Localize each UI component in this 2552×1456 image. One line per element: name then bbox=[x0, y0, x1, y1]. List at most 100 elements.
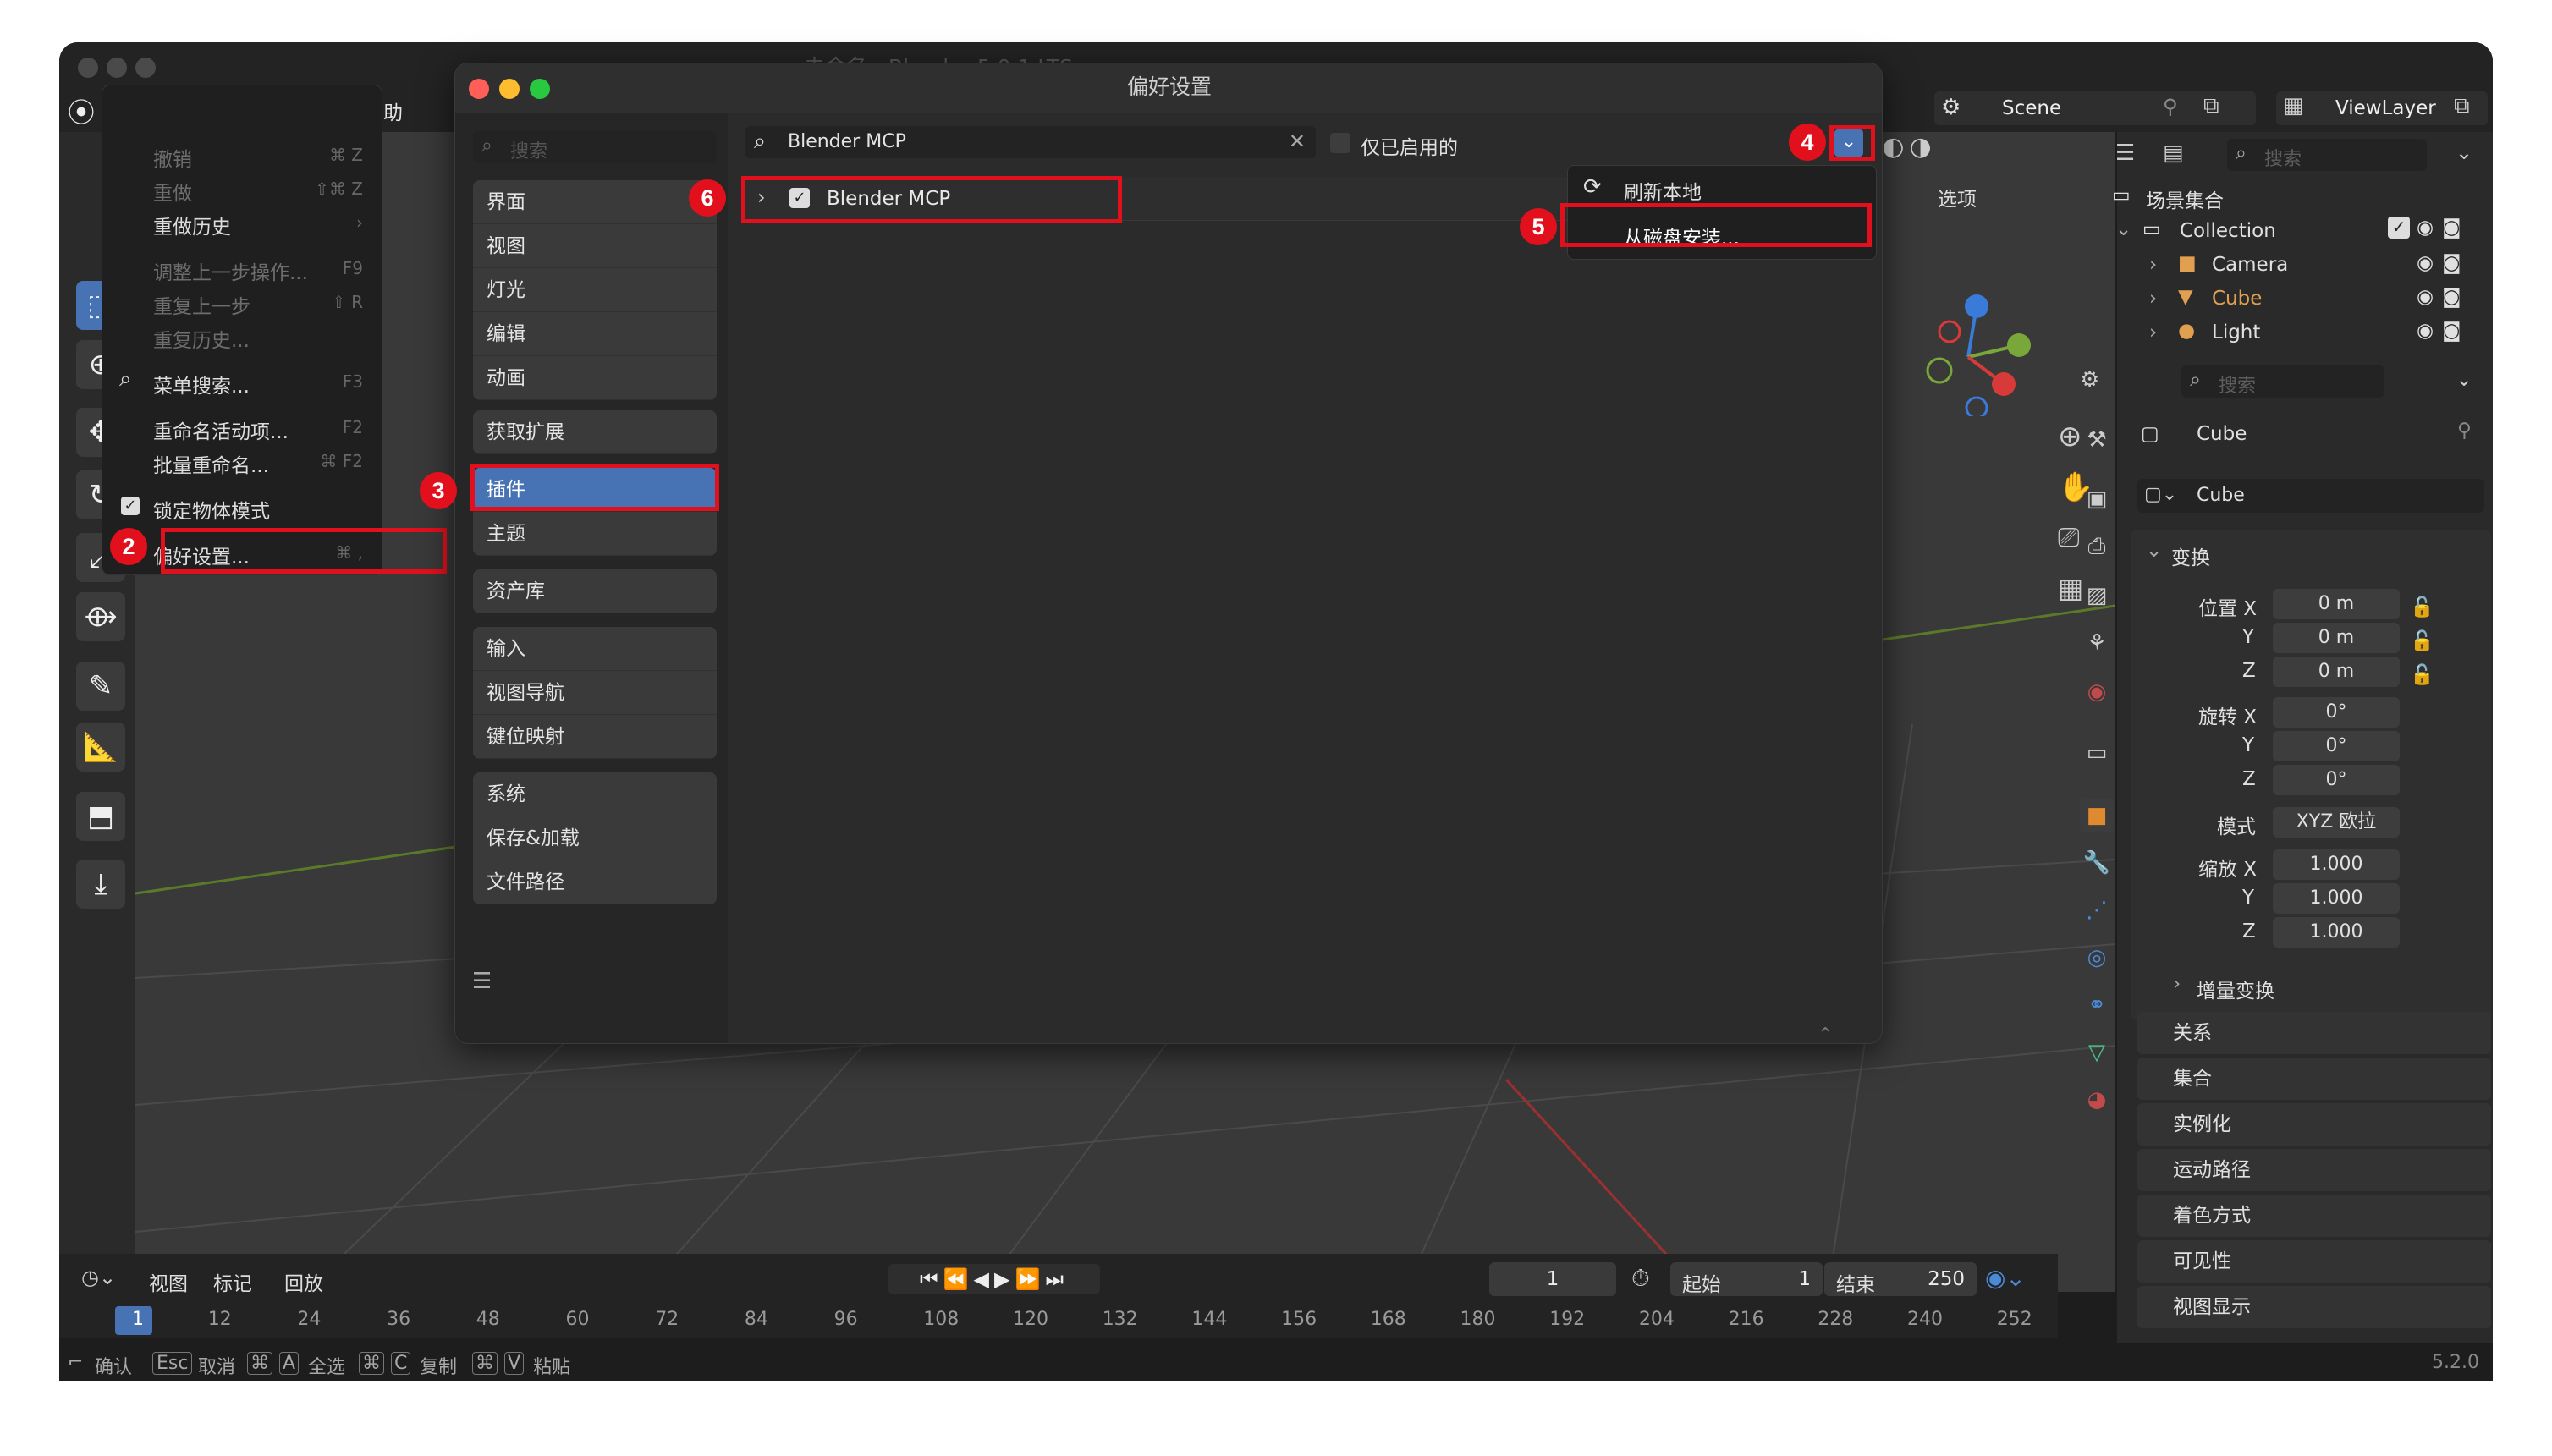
properties-options-icon[interactable]: ⌄ bbox=[2456, 367, 2472, 391]
menu-item-adjust-last[interactable]: 调整上一步操作... F9 bbox=[102, 251, 383, 284]
enabled-only-checkbox[interactable] bbox=[1330, 133, 1350, 153]
playback-controls[interactable]: ⏮⏪◀▶⏩⏭ bbox=[888, 1264, 1100, 1294]
timeline-keying-icon[interactable]: ◉⌄ bbox=[1985, 1264, 2026, 1292]
sidebar-item-animation[interactable]: 动画 bbox=[473, 356, 717, 400]
sidebar-search-input[interactable]: ⌕ 搜索 bbox=[473, 131, 717, 163]
collection-tab-icon[interactable]: ▭ bbox=[2080, 736, 2114, 770]
zoom-icon[interactable]: ⊕ bbox=[2058, 420, 2082, 453]
measure-tool-icon[interactable]: 📐 bbox=[76, 723, 125, 772]
lock-icons[interactable]: 🔓 🔓 🔓 bbox=[2410, 591, 2434, 692]
modifier-tab-icon[interactable]: 🔧 bbox=[2080, 846, 2114, 880]
scroll-up-icon[interactable]: ⌃ bbox=[1818, 1025, 1833, 1043]
prefs-zoom-light[interactable] bbox=[530, 79, 550, 99]
end-frame-field[interactable]: 结束 250 bbox=[1824, 1262, 1977, 1296]
start-frame-field[interactable]: 起始 1 bbox=[1670, 1262, 1823, 1296]
menu-item-undo[interactable]: 撤销 ⌘ Z bbox=[102, 138, 383, 171]
sidebar-item-system[interactable]: 系统 bbox=[473, 772, 717, 816]
sidebar-item-interface[interactable]: 界面 bbox=[473, 180, 717, 224]
timeline-view-menu[interactable]: 视图 bbox=[149, 1267, 188, 1296]
sidebar-item-navigation[interactable]: 视图导航 bbox=[473, 671, 717, 715]
pin-icon[interactable]: ⚲ bbox=[2163, 95, 2178, 118]
sidebar-item-asset-libraries[interactable]: 资产库 bbox=[473, 569, 717, 613]
transform-collapse-icon[interactable]: ⌄ bbox=[2146, 540, 2162, 562]
addon-search-input[interactable]: ⌕ Blender MCP ✕ bbox=[745, 126, 1316, 158]
world-tab-icon[interactable]: ◉ bbox=[2080, 675, 2114, 709]
scale-x-field[interactable]: 1.000 bbox=[2273, 849, 2400, 880]
hamburger-menu-icon[interactable]: ☰ bbox=[472, 969, 492, 994]
outliner-editor-icon[interactable]: ☰ bbox=[2115, 140, 2135, 166]
output-tab-icon[interactable]: ⎙ bbox=[2080, 530, 2114, 563]
scale-y-field[interactable]: 1.000 bbox=[2273, 883, 2400, 914]
menu-item-redo[interactable]: 重做 ⇧⌘ Z bbox=[102, 172, 383, 205]
cube-expand-icon[interactable]: › bbox=[2149, 288, 2157, 310]
add-cube-tool-icon[interactable]: ⬒ bbox=[76, 792, 125, 841]
prefs-minimize-light[interactable] bbox=[499, 79, 520, 99]
scene-selector[interactable]: ⚙ Scene ⚲ ⧉ bbox=[1934, 91, 2256, 125]
lock-object-modes-checkbox[interactable]: ✓ bbox=[121, 497, 140, 515]
sidebar-item-save-load[interactable]: 保存&加载 bbox=[473, 816, 717, 860]
material-tab-icon[interactable]: ◕ bbox=[2080, 1083, 2114, 1117]
display-mode-icon[interactable]: ▤ bbox=[2163, 140, 2184, 166]
sidebar-item-file-paths[interactable]: 文件路径 bbox=[473, 860, 717, 904]
stopwatch-icon[interactable]: ⏱ bbox=[1631, 1264, 1650, 1293]
menu-item-repeat-history[interactable]: 重复历史... bbox=[102, 319, 383, 352]
outliner-item-cube[interactable]: Cube bbox=[2212, 288, 2262, 310]
scale-z-field[interactable]: 1.000 bbox=[2273, 917, 2400, 948]
annotate-tool-icon[interactable]: ✎ bbox=[76, 662, 125, 711]
properties-search-input[interactable]: ⌕ 搜索 bbox=[2181, 365, 2384, 398]
camera-visibility-icons[interactable]: ◉◙ bbox=[2417, 252, 2469, 274]
render-tab-icon[interactable]: ▣ bbox=[2080, 482, 2114, 516]
cube-visibility-icons[interactable]: ◉◙ bbox=[2417, 286, 2469, 308]
navigation-gizmo[interactable] bbox=[1909, 289, 2036, 416]
window-close-light[interactable] bbox=[78, 58, 98, 78]
location-x-field[interactable]: 0 m bbox=[2273, 589, 2400, 619]
location-y-field[interactable]: 0 m bbox=[2273, 623, 2400, 653]
section-visibility[interactable]: 可见性 bbox=[2137, 1240, 2491, 1283]
location-z-field[interactable]: 0 m bbox=[2273, 657, 2400, 687]
rotation-mode-select[interactable]: XYZ 欧拉 bbox=[2273, 807, 2400, 838]
current-frame-field[interactable]: 1 bbox=[1489, 1262, 1616, 1296]
section-viewport-display[interactable]: 视图显示 bbox=[2137, 1286, 2491, 1328]
delta-expand-icon[interactable]: › bbox=[2173, 973, 2181, 995]
sidebar-item-lights[interactable]: 灯光 bbox=[473, 268, 717, 312]
prefs-close-light[interactable] bbox=[469, 79, 489, 99]
outliner-item-light[interactable]: Light bbox=[2212, 321, 2260, 343]
sidebar-item-input[interactable]: 输入 bbox=[473, 627, 717, 671]
visibility-icons[interactable]: ◉◙ bbox=[2417, 217, 2469, 239]
new-viewlayer-icon[interactable]: ⧉ bbox=[2454, 93, 2470, 119]
clear-search-icon[interactable]: ✕ bbox=[1289, 129, 1306, 153]
new-scene-icon[interactable]: ⧉ bbox=[2203, 93, 2219, 119]
camera-expand-icon[interactable]: › bbox=[2149, 254, 2157, 276]
object-name-field[interactable]: ▢⌄ Cube bbox=[2137, 479, 2484, 513]
viewlayer-selector[interactable]: ▦ ViewLayer ⧉ bbox=[2276, 91, 2488, 125]
collection-label[interactable]: Collection bbox=[2180, 220, 2276, 242]
refresh-local-item[interactable]: 刷新本地 bbox=[1624, 176, 1702, 205]
constraints-tab-icon[interactable]: ⚭ bbox=[2080, 988, 2114, 1022]
window-zoom-light[interactable] bbox=[135, 58, 156, 78]
timeline-playback-menu[interactable]: 回放 bbox=[284, 1267, 323, 1296]
section-collections[interactable]: 集合 bbox=[2137, 1058, 2491, 1100]
collection-expand-icon[interactable]: ⌄ bbox=[2115, 218, 2131, 240]
extrude-tool-icon[interactable]: ⤓ bbox=[76, 860, 125, 909]
collection-checkbox[interactable]: ✓ bbox=[2388, 217, 2410, 239]
timeline-marker-menu[interactable]: 标记 bbox=[213, 1267, 252, 1296]
outliner-item-camera[interactable]: Camera bbox=[2212, 254, 2288, 276]
sidebar-item-keymap[interactable]: 键位映射 bbox=[473, 715, 717, 759]
timeline-editor-icon[interactable]: ◷⌄ bbox=[81, 1266, 116, 1289]
window-minimize-light[interactable] bbox=[107, 58, 127, 78]
section-instancing[interactable]: 实例化 bbox=[2137, 1103, 2491, 1146]
sidebar-item-editing[interactable]: 编辑 bbox=[473, 312, 717, 356]
menu-item-lock-object-modes[interactable]: ✓ 锁定物体模式 bbox=[102, 490, 383, 523]
menu-item-rename-active[interactable]: 重命名活动项... F2 bbox=[102, 410, 383, 443]
view-layer-tab-icon[interactable]: ▨ bbox=[2080, 579, 2114, 613]
scene-tab-icon[interactable]: ⚘ bbox=[2080, 626, 2114, 660]
menu-item-menu-search[interactable]: ⌕ 菜单搜索... F3 bbox=[102, 365, 383, 398]
options-dropdown[interactable]: 选项 bbox=[1938, 183, 2014, 217]
menu-item-batch-rename[interactable]: 批量重命名... ⌘ F2 bbox=[102, 444, 383, 477]
transform-tool-icon[interactable]: ⟴ bbox=[76, 592, 125, 641]
camera-view-icon[interactable]: ⎚ bbox=[2058, 521, 2080, 554]
physics-tab-icon[interactable]: ◎ bbox=[2080, 941, 2114, 975]
light-visibility-icons[interactable]: ◉◙ bbox=[2417, 320, 2469, 342]
section-relations[interactable]: 关系 bbox=[2137, 1012, 2491, 1054]
tool-tab-icon[interactable]: ⚒ bbox=[2080, 423, 2114, 457]
